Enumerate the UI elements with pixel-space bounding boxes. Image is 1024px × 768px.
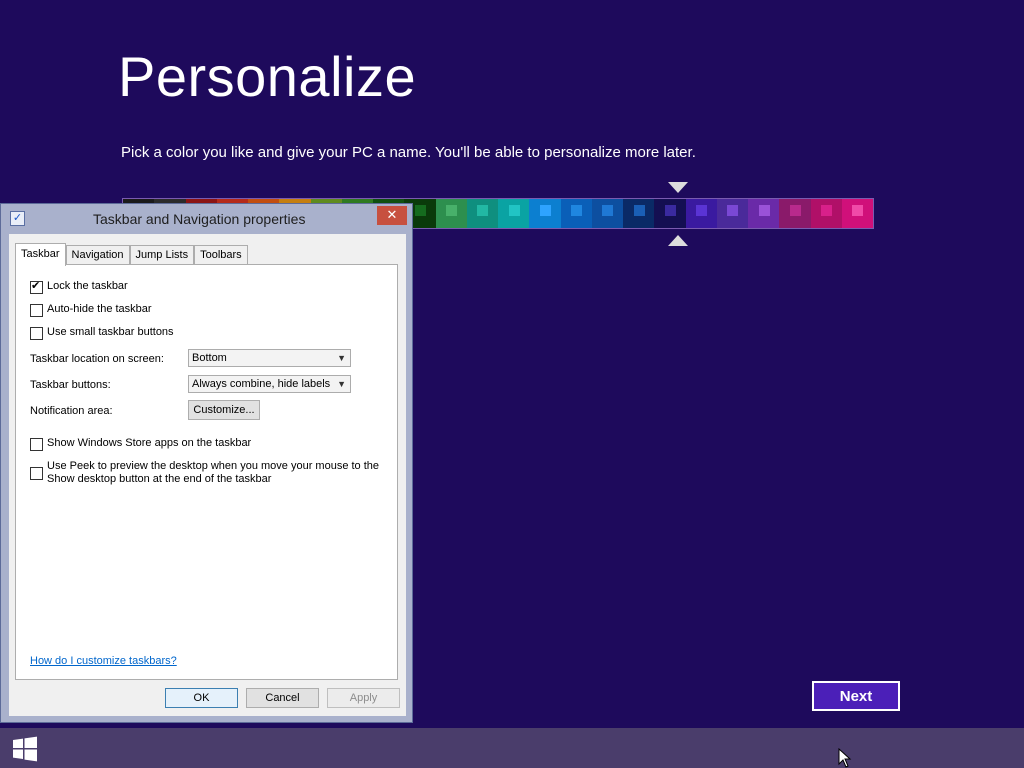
peek-option[interactable]: Use Peek to preview the desktop when you…: [30, 460, 379, 486]
windows-start-icon[interactable]: [12, 736, 38, 762]
help-link[interactable]: How do I customize taskbars?: [30, 655, 177, 667]
color-swatch-accent: [821, 205, 833, 216]
tab-toolbars[interactable]: Toolbars: [194, 245, 248, 265]
color-swatch[interactable]: [529, 199, 561, 228]
color-swatch[interactable]: [560, 199, 592, 228]
color-swatch[interactable]: [716, 199, 748, 228]
color-swatch[interactable]: [498, 199, 530, 228]
color-swatch-accent: [696, 205, 708, 216]
color-swatch-accent: [602, 205, 614, 216]
mouse-cursor-icon: [838, 748, 852, 768]
store-apps-checkbox[interactable]: [30, 438, 43, 451]
color-swatch-accent: [571, 205, 583, 216]
customize-button[interactable]: Customize...: [188, 400, 260, 420]
color-swatch-accent: [508, 205, 520, 216]
color-swatch-accent: [758, 205, 770, 216]
autohide-option[interactable]: Auto-hide the taskbar: [30, 303, 152, 317]
taskbar-buttons-value: Always combine, hide labels: [192, 378, 331, 390]
color-swatch[interactable]: [466, 199, 498, 228]
color-swatch-accent: [446, 205, 458, 216]
color-swatch[interactable]: [748, 199, 780, 228]
notification-label: Notification area:: [30, 405, 113, 417]
color-selector-top-pointer: [668, 182, 688, 193]
next-button[interactable]: Next: [812, 681, 900, 711]
apply-button[interactable]: Apply: [327, 688, 400, 708]
dialog-title-bar[interactable]: ✓ Taskbar and Navigation properties ✕: [1, 204, 412, 234]
buttons-label: Taskbar buttons:: [30, 379, 111, 391]
peek-checkbox[interactable]: [30, 467, 43, 480]
color-swatch[interactable]: [841, 199, 873, 228]
tab-jump-lists[interactable]: Jump Lists: [129, 245, 195, 265]
taskbar-properties-dialog: ✓ Taskbar and Navigation properties ✕ Ta…: [0, 203, 413, 723]
lock-taskbar-option[interactable]: Lock the taskbar: [30, 279, 128, 294]
tab-navigation[interactable]: Navigation: [65, 245, 130, 265]
page-subtitle: Pick a color you like and give your PC a…: [121, 144, 696, 161]
color-swatch[interactable]: [435, 199, 467, 228]
color-swatch[interactable]: [654, 199, 686, 228]
close-button[interactable]: ✕: [377, 206, 407, 225]
color-swatch[interactable]: [810, 199, 842, 228]
lock-taskbar-checkbox[interactable]: [30, 279, 43, 294]
page-title: Personalize: [118, 45, 417, 108]
dialog-body: Taskbar Navigation Jump Lists Toolbars L…: [9, 234, 406, 716]
close-icon: ✕: [386, 207, 398, 222]
color-swatch[interactable]: [591, 199, 623, 228]
color-swatch-accent: [633, 205, 645, 216]
peek-label: Use Peek to preview the desktop when you…: [47, 460, 379, 486]
color-selector-bottom-pointer[interactable]: [668, 235, 688, 246]
store-apps-option[interactable]: Show Windows Store apps on the taskbar: [30, 437, 251, 451]
cancel-button[interactable]: Cancel: [246, 688, 319, 708]
small-buttons-checkbox[interactable]: [30, 327, 43, 340]
location-select[interactable]: Bottom ▼: [188, 349, 351, 367]
taskbar-buttons-select[interactable]: Always combine, hide labels ▼: [188, 375, 351, 393]
color-swatch[interactable]: [685, 199, 717, 228]
lock-taskbar-label: Lock the taskbar: [47, 280, 128, 292]
tab-taskbar[interactable]: Taskbar: [15, 243, 66, 266]
taskbar-properties-icon: ✓: [10, 211, 25, 226]
peek-label-line1: Use Peek to preview the desktop when you…: [47, 460, 380, 472]
peek-label-line2: Show desktop button at the end of the ta…: [47, 473, 272, 485]
color-swatch-accent: [727, 205, 739, 216]
store-apps-label: Show Windows Store apps on the taskbar: [47, 437, 252, 449]
color-swatch-accent: [789, 205, 801, 216]
color-swatch-accent: [852, 205, 864, 216]
ok-button[interactable]: OK: [165, 688, 238, 708]
color-swatch-accent: [539, 205, 551, 216]
small-buttons-option[interactable]: Use small taskbar buttons: [30, 326, 174, 340]
color-swatch[interactable]: [779, 199, 811, 228]
taskbar: [0, 728, 1024, 768]
tab-strip: Taskbar Navigation Jump Lists Toolbars: [15, 243, 248, 266]
color-swatch-accent: [414, 205, 426, 216]
autohide-checkbox[interactable]: [30, 304, 43, 317]
location-label: Taskbar location on screen:: [30, 353, 164, 365]
autohide-label: Auto-hide the taskbar: [47, 303, 152, 315]
color-swatch-accent: [664, 205, 676, 216]
taskbar-tab-panel: Lock the taskbar Auto-hide the taskbar U…: [15, 264, 398, 680]
color-swatch-accent: [477, 205, 489, 216]
chevron-down-icon: ▼: [337, 379, 346, 389]
location-value: Bottom: [192, 352, 227, 364]
small-buttons-label: Use small taskbar buttons: [47, 326, 174, 338]
dialog-title: Taskbar and Navigation properties: [93, 211, 306, 227]
color-swatch[interactable]: [623, 199, 655, 228]
chevron-down-icon: ▼: [337, 353, 346, 363]
